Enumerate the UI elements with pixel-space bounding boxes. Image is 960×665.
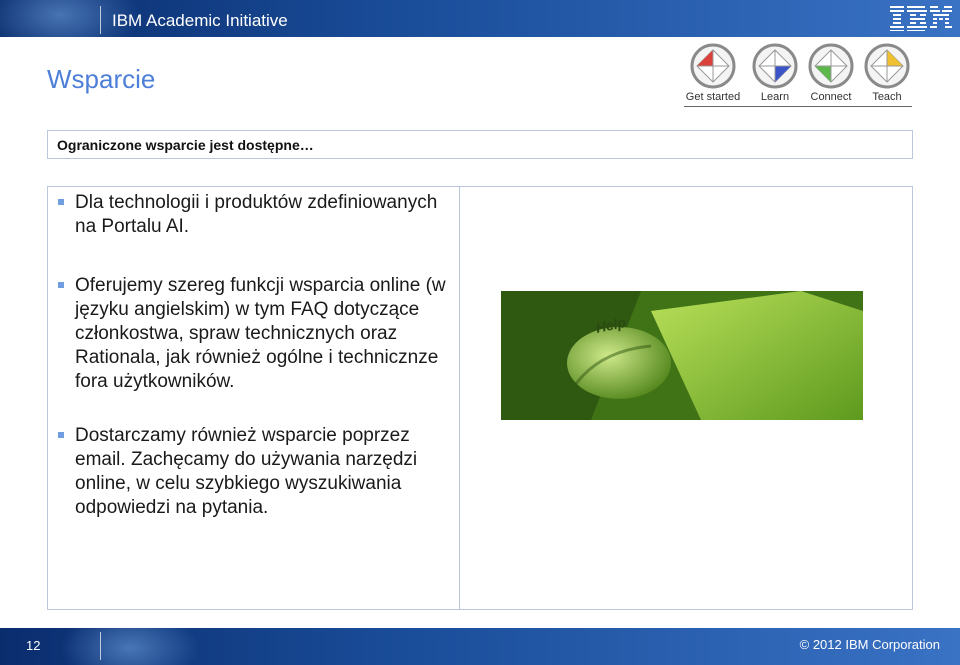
top-banner: IBM Academic Initiative xyxy=(0,0,960,37)
connect-icon xyxy=(808,43,854,89)
teach-icon xyxy=(864,43,910,89)
bullet-item: Dla technologii i produktów zdefiniowany… xyxy=(58,191,453,239)
notice-box: Ograniczone wsparcie jest dostępne… xyxy=(47,130,913,159)
bullet-item: Oferujemy szereg funkcji wsparcia online… xyxy=(58,274,453,394)
step-label: Connect xyxy=(810,91,852,103)
bullet-icon xyxy=(58,432,64,438)
steps-underline xyxy=(684,106,912,107)
brand-title: IBM Academic Initiative xyxy=(112,11,288,30)
step-get-started: Get started xyxy=(684,42,742,103)
step-teach: Teach xyxy=(858,42,916,103)
footer-bar: 12 © 2012 IBM Corporation xyxy=(0,628,960,665)
content-box: Dla technologii i produktów zdefiniowany… xyxy=(47,186,913,610)
bullet-text: Oferujemy szereg funkcji wsparcia online… xyxy=(75,275,446,392)
bullet-icon xyxy=(58,199,64,205)
page-title: Wsparcie xyxy=(47,64,156,94)
step-connect: Connect xyxy=(802,42,860,103)
copyright-text: © 2012 IBM Corporation xyxy=(799,637,940,652)
notice-text: Ograniczone wsparcie jest dostępne… xyxy=(57,137,314,153)
learn-icon xyxy=(752,43,798,89)
step-label: Learn xyxy=(760,91,790,103)
step-label: Get started xyxy=(685,91,741,103)
help-key-photo: Help xyxy=(501,291,863,420)
bullet-text: Dostarczamy również wsparcie poprzez ema… xyxy=(75,425,418,518)
help-key-image: Help xyxy=(501,291,863,420)
column-divider xyxy=(459,187,460,609)
page-number: 12 xyxy=(26,638,41,653)
bullet-item: Dostarczamy również wsparcie poprzez ema… xyxy=(58,424,453,520)
bullet-text: Dla technologii i produktów zdefiniowany… xyxy=(75,192,438,237)
ibm-logo xyxy=(890,6,952,31)
steps-graphic: Get started Learn Connect Teach xyxy=(684,42,916,112)
get-started-icon xyxy=(690,43,736,89)
bullet-list: Dla technologii i produktów zdefiniowany… xyxy=(58,191,453,520)
banner-divider xyxy=(100,6,101,34)
bullet-icon xyxy=(58,282,64,288)
footer-divider xyxy=(100,632,101,660)
step-label: Teach xyxy=(872,91,902,103)
step-learn: Learn xyxy=(746,42,804,103)
footer-glow xyxy=(60,628,200,665)
